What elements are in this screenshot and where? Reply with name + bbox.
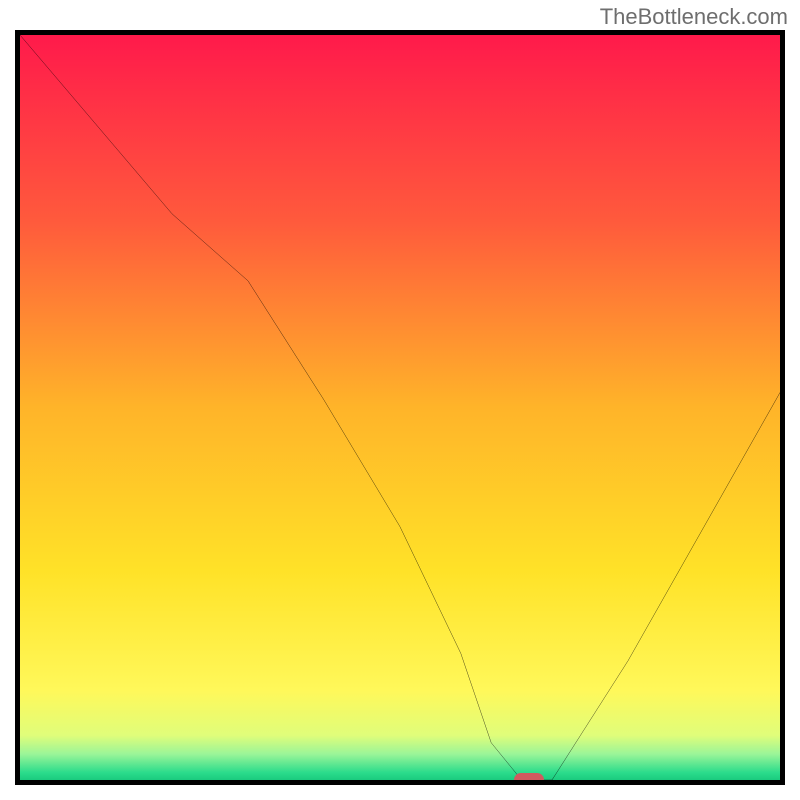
plot-frame [15,30,785,785]
watermark-text: TheBottleneck.com [600,4,788,30]
bottleneck-curve [20,35,780,780]
chart-container: TheBottleneck.com [0,0,800,800]
optimal-point-marker [514,773,544,785]
